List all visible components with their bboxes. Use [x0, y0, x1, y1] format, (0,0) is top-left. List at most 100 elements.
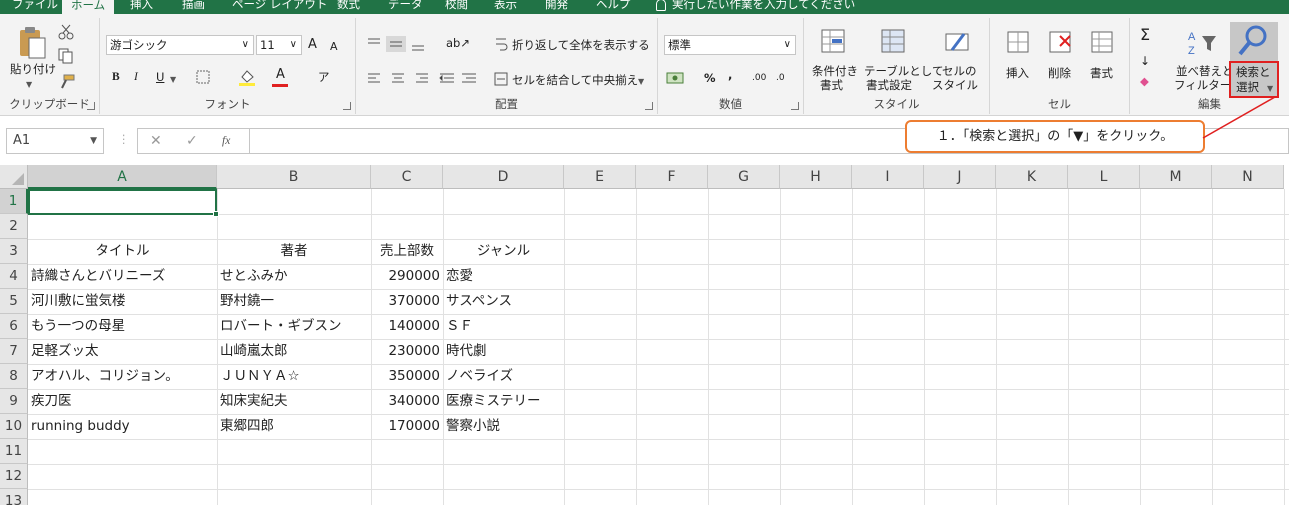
table-header-cell[interactable]: ジャンル: [443, 239, 564, 264]
tab-home[interactable]: ホーム: [62, 0, 115, 14]
tab-review[interactable]: 校閲: [445, 0, 468, 11]
cut-icon[interactable]: [58, 24, 74, 40]
table-cell[interactable]: running buddy: [28, 414, 217, 439]
table-cell[interactable]: 170000: [371, 414, 443, 439]
column-header-D[interactable]: D: [443, 165, 564, 189]
row-header-8[interactable]: 8: [0, 364, 28, 389]
comma-button[interactable]: ,: [728, 68, 732, 82]
table-cell[interactable]: ノベライズ: [443, 364, 564, 389]
table-cell[interactable]: 医療ミステリー: [443, 389, 564, 414]
tab-formulas[interactable]: 数式: [337, 0, 360, 11]
column-header-J[interactable]: J: [924, 165, 996, 189]
row-header-9[interactable]: 9: [0, 389, 28, 414]
number-launcher-icon[interactable]: [791, 102, 799, 110]
row-header-13[interactable]: 13: [0, 489, 28, 505]
row-header-3[interactable]: 3: [0, 239, 28, 264]
underline-button[interactable]: U: [156, 70, 164, 84]
clear-icon[interactable]: ◆: [1140, 74, 1149, 88]
column-header-M[interactable]: M: [1140, 165, 1212, 189]
shrink-font-button[interactable]: A: [330, 40, 338, 54]
sort-filter-label-1[interactable]: 並べ替えと: [1176, 64, 1234, 78]
row-header-11[interactable]: 11: [0, 439, 28, 464]
row-header-10[interactable]: 10: [0, 414, 28, 439]
column-header-C[interactable]: C: [371, 165, 443, 189]
table-cell[interactable]: 370000: [371, 289, 443, 314]
column-header-E[interactable]: E: [564, 165, 636, 189]
tab-developer[interactable]: 開発: [545, 0, 568, 11]
column-header-L[interactable]: L: [1068, 165, 1140, 189]
row-header-5[interactable]: 5: [0, 289, 28, 314]
tab-view[interactable]: 表示: [494, 0, 517, 11]
tab-insert[interactable]: 挿入: [130, 0, 153, 11]
number-format-select[interactable]: 標準 ∨: [664, 35, 796, 55]
autosum-icon[interactable]: Σ: [1140, 27, 1150, 43]
paste-button[interactable]: [14, 26, 48, 64]
column-header-H[interactable]: H: [780, 165, 852, 189]
row-header-4[interactable]: 4: [0, 264, 28, 289]
fill-handle[interactable]: [213, 211, 219, 217]
orientation-icon[interactable]: ab↗: [446, 36, 470, 50]
table-cell[interactable]: 350000: [371, 364, 443, 389]
alignment-launcher-icon[interactable]: [645, 102, 653, 110]
border-icon[interactable]: [196, 70, 210, 84]
table-header-cell[interactable]: 著者: [217, 239, 371, 264]
row-header-2[interactable]: 2: [0, 214, 28, 239]
cell-styles-label-2[interactable]: スタイル: [932, 78, 978, 92]
row-header-1[interactable]: 1: [0, 189, 28, 214]
table-cell[interactable]: 疾刀医: [28, 389, 217, 414]
table-cell[interactable]: 河川敷に蛍気楼: [28, 289, 217, 314]
increase-decimal-icon[interactable]: .00: [752, 71, 766, 85]
percent-button[interactable]: %: [704, 71, 716, 85]
table-cell[interactable]: もう一つの母星: [28, 314, 217, 339]
tab-data[interactable]: データ: [388, 0, 423, 11]
row-header-7[interactable]: 7: [0, 339, 28, 364]
table-cell[interactable]: 知床実紀夫: [217, 389, 371, 414]
table-cell[interactable]: 詩織さんとバリニーズ: [28, 264, 217, 289]
format-as-table-label-1[interactable]: テーブルとして: [864, 64, 943, 78]
merge-center-button[interactable]: セルを結合して中央揃え: [512, 73, 638, 87]
font-launcher-icon[interactable]: [343, 102, 351, 110]
find-select-button[interactable]: 検索と 選択 ▼: [1229, 61, 1279, 98]
table-cell[interactable]: ＳＦ: [443, 314, 564, 339]
table-cell[interactable]: 340000: [371, 389, 443, 414]
spreadsheet-grid[interactable]: ABCDEFGHIJKLMN 1 2 3 4 5 6 7 8 9 10 11 12 13 タイトル 著者売…: [0, 165, 1289, 505]
tell-me-box[interactable]: 実行したい作業を入力してください: [656, 0, 855, 11]
indent-icons[interactable]: [438, 72, 478, 86]
wrap-text-button[interactable]: 折り返して全体を表示する: [512, 38, 650, 52]
delete-button[interactable]: 削除: [1048, 66, 1071, 80]
column-header-B[interactable]: B: [217, 165, 371, 189]
format-button[interactable]: 書式: [1090, 66, 1113, 80]
table-cell[interactable]: 140000: [371, 314, 443, 339]
table-cell[interactable]: ロバート・ギブスン: [217, 314, 371, 339]
merge-dropdown-icon[interactable]: ▼: [638, 75, 644, 89]
table-cell[interactable]: サスペンス: [443, 289, 564, 314]
table-cell[interactable]: 山崎嵐太郎: [217, 339, 371, 364]
select-all-corner[interactable]: [0, 165, 28, 189]
cancel-icon[interactable]: ✕: [150, 134, 162, 148]
table-cell[interactable]: 230000: [371, 339, 443, 364]
column-header-F[interactable]: F: [636, 165, 708, 189]
paste-label[interactable]: 貼り付け: [10, 62, 56, 76]
sort-filter-label-2[interactable]: フィルター: [1174, 78, 1231, 92]
table-cell[interactable]: 東郷四郎: [217, 414, 371, 439]
font-color-icon[interactable]: A: [276, 68, 285, 82]
find-select-icon-area[interactable]: [1230, 22, 1278, 62]
horizontal-align-icons[interactable]: [366, 72, 446, 86]
font-size-select[interactable]: 11 ∨: [256, 35, 302, 55]
paste-dropdown-icon[interactable]: ▼: [26, 78, 32, 92]
tab-page-layout[interactable]: ページ レイアウト: [232, 0, 327, 11]
table-cell[interactable]: せとふみか: [217, 264, 371, 289]
table-header-cell[interactable]: 売上部数: [371, 239, 443, 264]
currency-icon[interactable]: [666, 70, 688, 86]
format-painter-icon[interactable]: [58, 74, 76, 90]
column-header-A[interactable]: A: [28, 165, 217, 189]
grow-font-button[interactable]: A: [308, 38, 317, 52]
font-name-select[interactable]: 游ゴシック ∨: [106, 35, 254, 55]
tab-help[interactable]: ヘルプ: [596, 0, 631, 11]
clipboard-launcher-icon[interactable]: [87, 102, 95, 110]
tab-file[interactable]: ファイル: [12, 0, 58, 11]
format-as-table-label-2[interactable]: 書式設定: [866, 78, 912, 92]
splitter-icon[interactable]: ⋮: [118, 132, 130, 146]
row-header-6[interactable]: 6: [0, 314, 28, 339]
insert-button[interactable]: 挿入: [1006, 66, 1029, 80]
